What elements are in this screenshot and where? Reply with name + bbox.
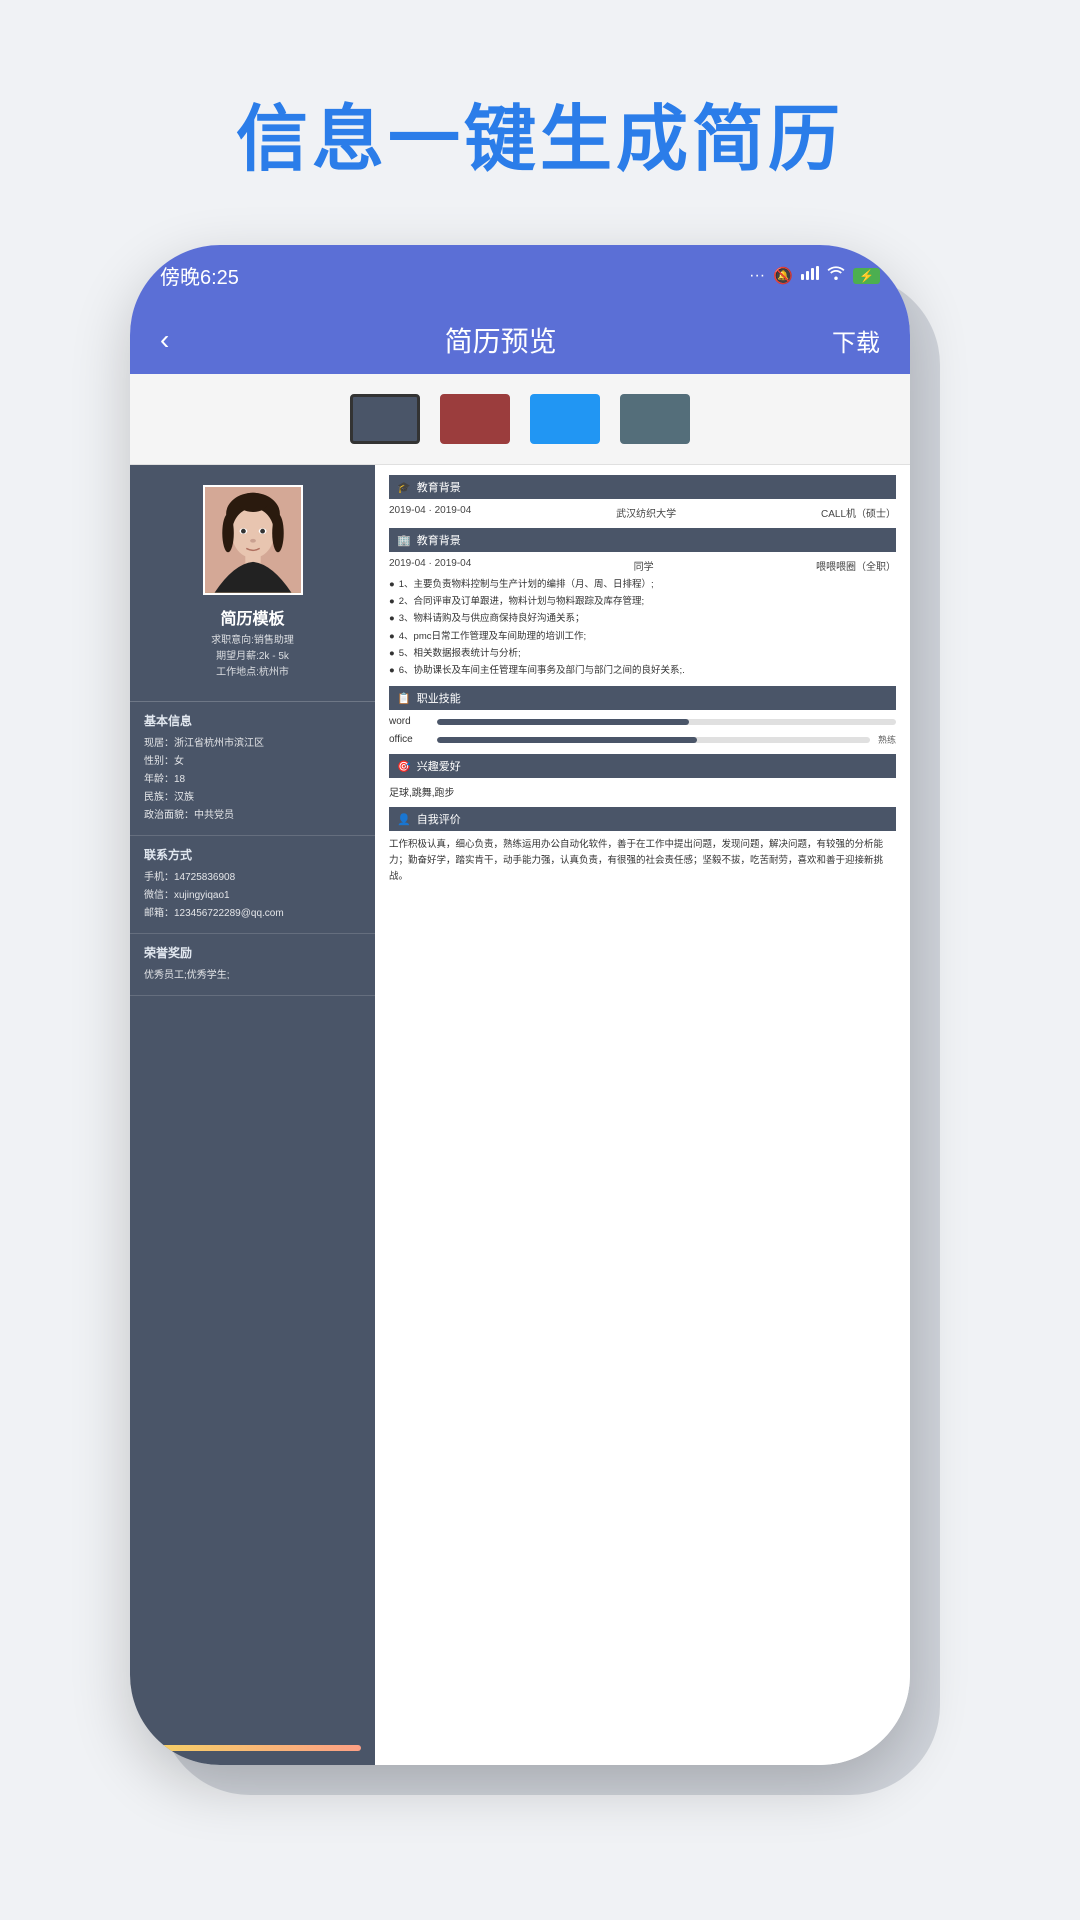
edu2-company: 同学 — [634, 558, 654, 573]
resume-sidebar: 简历模板 求职意向:销售助理 期望月薪:2k - 5k 工作地点:杭州市 基本信… — [130, 465, 375, 1765]
hobbies-text: 足球,跳舞,跑步 — [389, 784, 896, 799]
basic-info-title: 基本信息 — [144, 712, 361, 729]
bullet-3: ●4、pmc日常工作管理及车间助理的培训工作; — [389, 629, 896, 644]
hobbies-title: 兴趣爱好 — [417, 758, 461, 774]
wifi-icon — [827, 266, 845, 285]
resume-body: 简历模板 求职意向:销售助理 期望月薪:2k - 5k 工作地点:杭州市 基本信… — [130, 465, 910, 1765]
bell-icon: 🔕 — [773, 266, 793, 286]
self-eval-text: 工作积极认真，细心负责，熟练运用办公自动化软件，善于在工作中提出问题，发现问题，… — [389, 837, 896, 885]
color-swatches — [130, 374, 910, 465]
signal-icon — [801, 266, 819, 285]
self-eval-icon: 👤 — [397, 813, 411, 826]
back-button[interactable]: ‹ — [160, 324, 169, 356]
contact-section: 联系方式 手机：14725836908 微信：xujingyiqao1 邮箱：1… — [130, 836, 375, 934]
skill-word-label: word — [389, 716, 429, 727]
skill-word-bar — [437, 719, 896, 725]
awards-section: 荣誉奖励 优秀员工;优秀学生; — [130, 934, 375, 996]
phone-frame: 傍晚6:25 ··· 🔕 — [130, 245, 910, 1765]
edu1-degree: CALL机（硕士） — [821, 505, 896, 520]
awards-title: 荣誉奖励 — [144, 944, 361, 961]
signal-dots-icon: ··· — [749, 267, 765, 285]
bullet-4: ●5、相关数据报表统计与分析; — [389, 646, 896, 661]
self-eval-header: 👤 自我评价 — [389, 807, 896, 831]
edu1-details: 2019-04 · 2019-04 武汉纺织大学 CALL机（硕士） — [389, 505, 896, 520]
hobbies-icon: 🎯 — [397, 760, 411, 773]
edu2-date: 2019-04 · 2019-04 — [389, 558, 471, 573]
skill-office-label: office — [389, 734, 429, 745]
sidebar-bottom-bar — [144, 1745, 361, 1751]
skills-header: 📋 职业技能 — [389, 686, 896, 710]
status-time: 傍晚6:25 — [160, 261, 239, 290]
edu2-details: 2019-04 · 2019-04 同学 喂喂喂圈（全职） — [389, 558, 896, 573]
edu2-position: 喂喂喂圈（全职） — [816, 558, 896, 573]
edu2-icon: 🏢 — [397, 534, 411, 547]
contact-title: 联系方式 — [144, 846, 361, 863]
download-button[interactable]: 下载 — [832, 323, 880, 358]
skill-word: word — [389, 716, 896, 727]
battery-icon: ⚡ — [853, 268, 880, 284]
skill-word-fill — [437, 719, 689, 725]
page-title: 信息一键生成简历 — [236, 80, 844, 185]
basic-info-section: 基本信息 现居：浙江省杭州市滨江区 性别：女 年龄：18 民族：汉族 政治面貌：… — [130, 702, 375, 836]
phone-mockup: 傍晚6:25 ··· 🔕 — [130, 245, 950, 1825]
edu1-icon: 🎓 — [397, 481, 411, 494]
avatar — [203, 485, 303, 595]
swatch-red[interactable] — [440, 394, 510, 444]
edu2-bullets: ●1、主要负责物料控制与生产计划的编排（月、周、日排程）; ●2、合同评审及订单… — [389, 577, 896, 678]
swatch-dark-blue[interactable] — [350, 394, 420, 444]
swatch-teal[interactable] — [620, 394, 690, 444]
skill-office: office 熟练 — [389, 733, 896, 746]
bullet-0: ●1、主要负责物料控制与生产计划的编排（月、周、日排程）; — [389, 577, 896, 592]
skills-icon: 📋 — [397, 692, 411, 705]
edu2-title: 教育背景 — [417, 532, 461, 548]
hobbies-header: 🎯 兴趣爱好 — [389, 754, 896, 778]
contact-items: 手机：14725836908 微信：xujingyiqao1 邮箱：123456… — [144, 869, 361, 923]
skills-title: 职业技能 — [417, 690, 461, 706]
skill-office-bar — [437, 737, 870, 743]
awards-text: 优秀员工;优秀学生; — [144, 967, 361, 985]
bullet-2: ●3、物料请购及与供应商保持良好沟通关系； — [389, 611, 896, 626]
status-icons: ··· 🔕 ⚡ — [749, 266, 880, 286]
main-resume-content: 🎓 教育背景 2019-04 · 2019-04 武汉纺织大学 CALL机（硕士… — [375, 465, 910, 1765]
self-eval-title: 自我评价 — [417, 811, 461, 827]
status-bar: 傍晚6:25 ··· 🔕 — [130, 245, 910, 306]
bullet-1: ●2、合同评审及订单跟进，物料计划与物料跟踪及库存管理; — [389, 594, 896, 609]
skill-office-fill — [437, 737, 697, 743]
nav-title: 简历预览 — [445, 320, 557, 360]
edu1-title: 教育背景 — [417, 479, 461, 495]
avatar-section: 简历模板 求职意向:销售助理 期望月薪:2k - 5k 工作地点:杭州市 — [130, 465, 375, 702]
skill-office-level: 熟练 — [878, 733, 896, 746]
edu1-header: 🎓 教育背景 — [389, 475, 896, 499]
basic-info-items: 现居：浙江省杭州市滨江区 性别：女 年龄：18 民族：汉族 政治面貌：中共党员 — [144, 735, 361, 825]
bullet-5: ●6、协助课长及车间主任管理车间事务及部门与部门之间的良好关系;. — [389, 663, 896, 678]
edu2-header: 🏢 教育背景 — [389, 528, 896, 552]
edu1-date: 2019-04 · 2019-04 — [389, 505, 471, 520]
swatch-blue[interactable] — [530, 394, 600, 444]
nav-bar: ‹ 简历预览 下载 — [130, 306, 910, 374]
resume-name: 简历模板 — [220, 605, 284, 629]
resume-subtitle: 求职意向:销售助理 期望月薪:2k - 5k 工作地点:杭州市 — [211, 633, 294, 681]
edu1-school: 武汉纺织大学 — [616, 505, 676, 520]
